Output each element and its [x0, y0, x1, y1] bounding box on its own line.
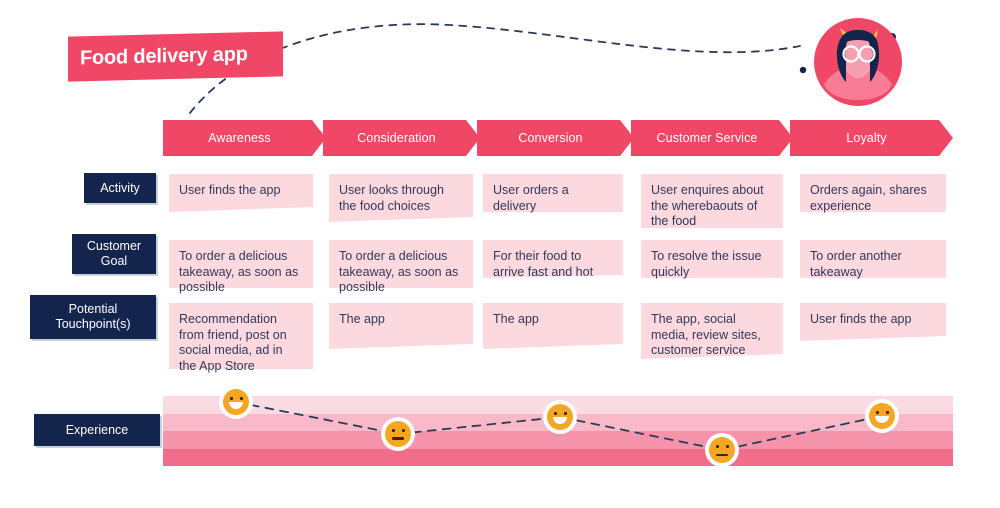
- row-label-experience-text: Experience: [65, 422, 129, 437]
- journey-map-canvas: Food delivery app Awareness Consideration…: [0, 0, 1000, 508]
- row-label-experience: Experience: [34, 414, 160, 446]
- experience-dashed-path: [235, 401, 883, 451]
